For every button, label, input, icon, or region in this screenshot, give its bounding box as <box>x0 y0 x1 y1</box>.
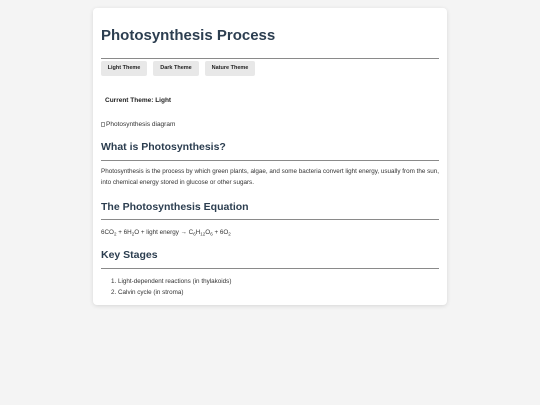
equation-heading: The Photosynthesis Equation <box>101 201 249 213</box>
page-title: Photosynthesis Process <box>101 27 276 44</box>
list-item: Light-dependent reactions (in thylakoids… <box>118 276 231 287</box>
content-card: Photosynthesis Process Light Theme Dark … <box>93 8 447 305</box>
what-is-paragraph: Photosynthesis is the process by which g… <box>101 168 439 186</box>
key-stages-list: Light-dependent reactions (in thylakoids… <box>101 276 231 298</box>
title-divider <box>101 58 439 59</box>
photosynthesis-equation: 6CO2 + 6H2O + light energy → C6H12O6 + 6… <box>101 229 231 237</box>
image-alt-text: Photosynthesis diagram <box>106 121 176 128</box>
key-stages-heading: Key Stages <box>101 249 158 261</box>
photosynthesis-diagram-image: Photosynthesis diagram <box>101 121 175 128</box>
light-theme-button[interactable]: Light Theme <box>101 61 147 76</box>
equation-divider <box>101 219 439 220</box>
what-is-heading: What is Photosynthesis? <box>101 141 226 153</box>
broken-image-icon <box>101 122 105 127</box>
list-item: Calvin cycle (in stroma) <box>118 287 231 298</box>
nature-theme-button[interactable]: Nature Theme <box>205 61 255 76</box>
key-stages-divider <box>101 268 439 269</box>
dark-theme-button[interactable]: Dark Theme <box>153 61 199 76</box>
current-theme-label: Current Theme: Light <box>105 97 172 104</box>
what-is-divider <box>101 160 439 161</box>
